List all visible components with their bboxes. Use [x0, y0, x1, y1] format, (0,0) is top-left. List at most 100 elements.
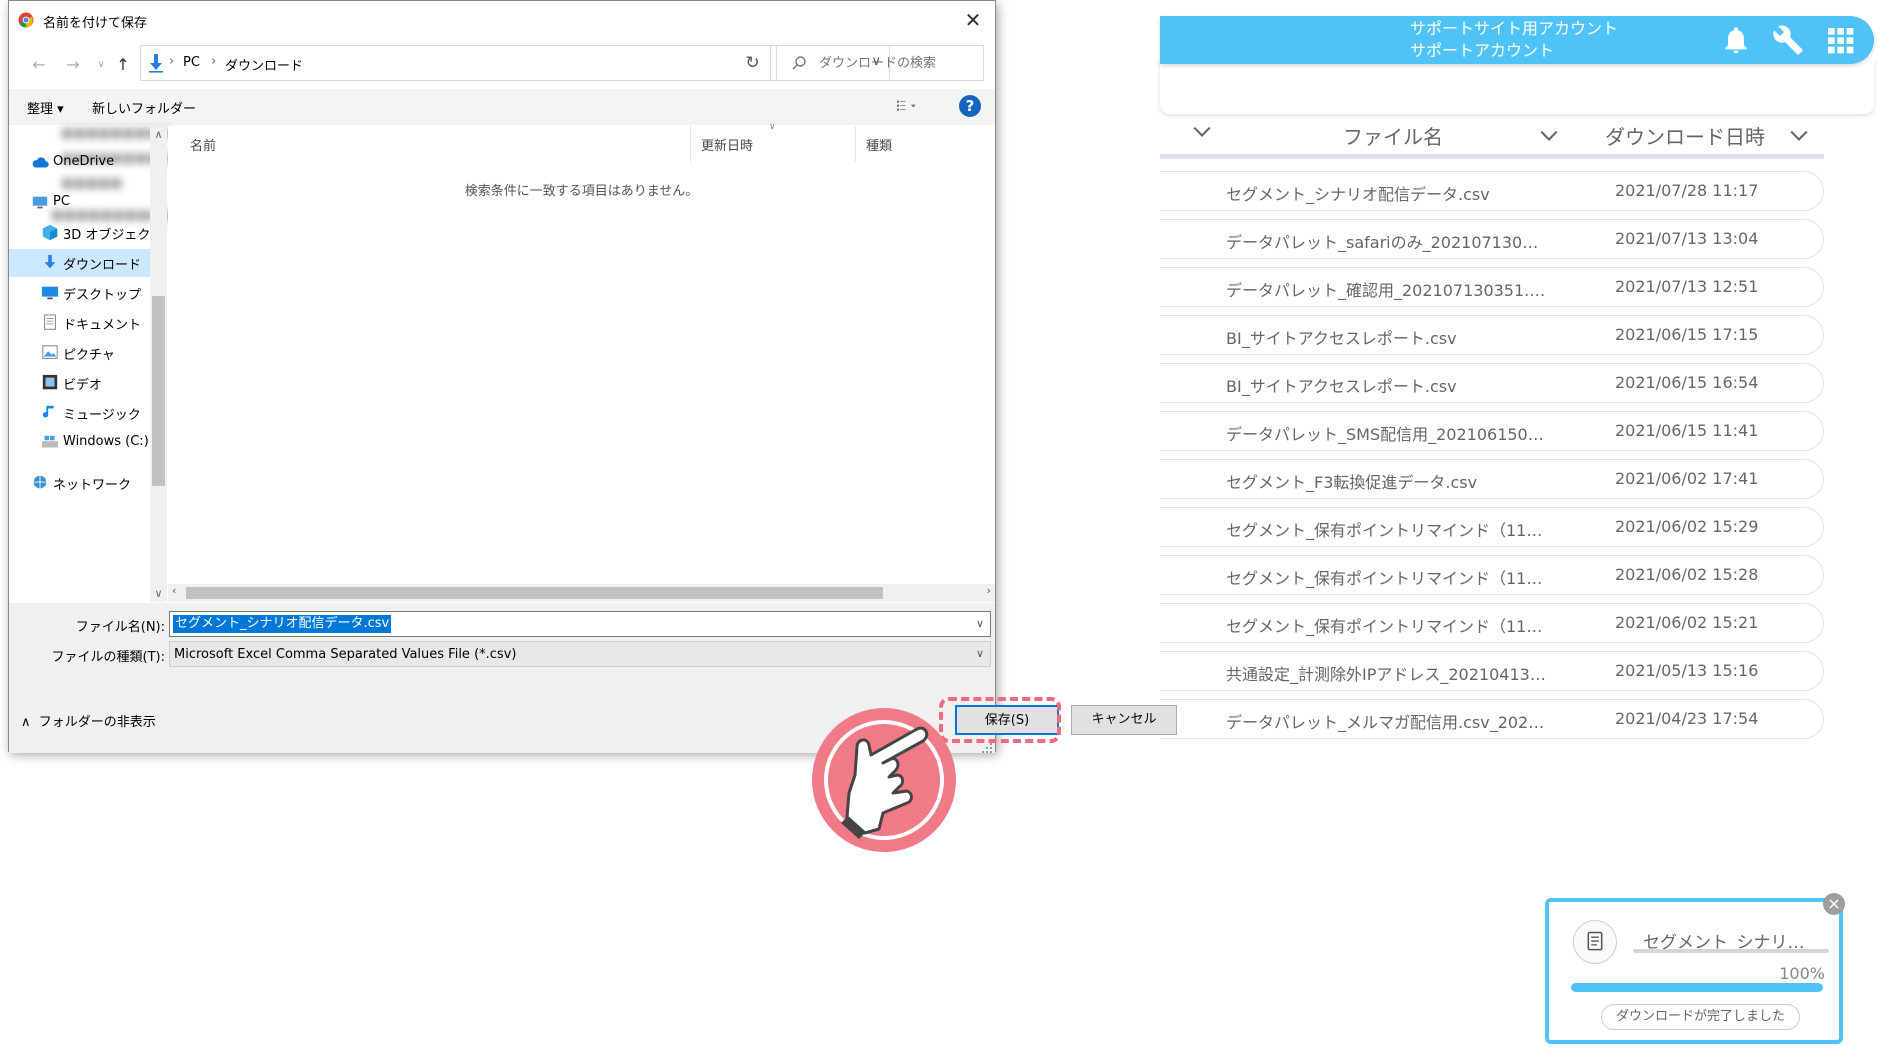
view-options-icon[interactable] [897, 97, 917, 115]
cancel-button[interactable]: キャンセル [1071, 705, 1177, 735]
file-date: 2021/07/28 11:17 [1615, 181, 1759, 200]
help-icon[interactable]: ? [959, 95, 981, 117]
nav-item-label: ミュージック [63, 408, 141, 423]
file-row[interactable]: データパレット_SMS配信用_20210615024… 2021/06/15 11… [1160, 411, 1824, 451]
nav-item-windows-c[interactable]: Windows (C:) [9, 429, 150, 457]
file-date: 2021/06/02 17:41 [1615, 469, 1759, 488]
nav-item-label: デスクトップ [63, 288, 142, 303]
file-date: 2021/06/15 16:54 [1615, 373, 1759, 392]
forward-arrow-icon[interactable]: → [61, 53, 85, 77]
nav-item-label: ダウンロード [63, 258, 142, 273]
toast-status-badge: ダウンロードが完了しました [1601, 1004, 1801, 1030]
nav-item-[interactable]: デスクトップ [9, 279, 150, 307]
cube-icon [41, 224, 59, 242]
nav-item-3d[interactable]: 3D オブジェクト [9, 219, 163, 247]
file-row[interactable]: セグメント_F3転換促進データ.csv 2021/06/02 17:41 [1160, 459, 1824, 499]
file-name: セグメント_保有ポイントリマインド（11~1… [1226, 569, 1546, 588]
nav-item-[interactable]: ミュージック [9, 399, 150, 427]
toast-close-icon[interactable]: × [1823, 893, 1845, 915]
logout-icon[interactable] [1876, 24, 1890, 56]
file-name: データパレット_メルマガ配信用.csv_20210… [1226, 713, 1546, 732]
drive-icon [41, 434, 59, 452]
col-header-file-name[interactable]: ファイル名 [1343, 121, 1558, 157]
file-row[interactable]: 共通設定_計測除外IPアドレス_2021041315… 2021/05/13 15… [1160, 651, 1824, 691]
scroll-left-icon[interactable]: ‹ [172, 584, 176, 597]
nav-item-[interactable]: ビデオ [9, 369, 150, 397]
account-line2: サポートアカウント [1410, 41, 1555, 60]
breadcrumb-separator-icon: › [211, 54, 217, 69]
search-box[interactable] [776, 45, 984, 81]
organize-menu[interactable]: 整理 ▾ [27, 98, 64, 117]
column-header-type[interactable]: 種類 [856, 126, 995, 162]
sort-chevron-icon: ∨ [769, 122, 776, 132]
scroll-right-icon[interactable]: › [987, 584, 991, 597]
col-header-download-date[interactable]: ダウンロード日時 [1605, 121, 1808, 157]
dialog-titlebar[interactable]: 名前を付けて保存 ✕ [9, 1, 995, 39]
nav-item-onedrive[interactable]: OneDrive [9, 149, 150, 177]
file-name: BI_サイトアクセスレポート.csv [1226, 329, 1457, 348]
refresh-icon[interactable]: ↻ [735, 45, 771, 81]
app-header: サポートサイト用アカウント サポートアカウント [1160, 16, 1890, 64]
scroll-up-icon[interactable]: ∧ [150, 126, 167, 143]
account-info[interactable]: サポートサイト用アカウント サポートアカウント [1410, 18, 1618, 62]
filetype-value: Microsoft Excel Comma Separated Values F… [174, 647, 517, 662]
toast-divider [1633, 949, 1829, 953]
save-as-dialog: 名前を付けて保存 ✕ ← → ∨ ↑ › PC › ダウンロード ∨ ↻ 整理 … [8, 0, 1177, 753]
column-header-name[interactable]: 名前 [168, 126, 691, 162]
horizontal-scrollbar[interactable]: ‹ › [168, 584, 995, 602]
download-arrow-icon [147, 53, 165, 73]
nav-item-[interactable]: ピクチャ [9, 339, 150, 367]
breadcrumb-separator-icon: › [169, 54, 175, 69]
hide-folders-toggle[interactable]: ∧ フォルダーの非表示 [21, 711, 156, 730]
chevron-down-icon[interactable]: ∨ [976, 617, 984, 630]
nav-pane-scrollbar[interactable]: ∧ ∨ [150, 126, 167, 602]
file-row[interactable]: データパレット_safariのみ_20210713040… 2021/07/13 … [1160, 219, 1824, 259]
search-input[interactable] [817, 52, 977, 74]
file-row[interactable]: BI_サイトアクセスレポート.csv 2021/06/15 17:15 [1160, 315, 1824, 355]
filetype-select[interactable]: Microsoft Excel Comma Separated Values F… [169, 641, 991, 667]
file-row[interactable]: BI_サイトアクセスレポート.csv 2021/06/15 16:54 [1160, 363, 1824, 403]
toast-progress-bar [1571, 983, 1823, 992]
header-underline [1160, 154, 1824, 159]
file-name: データパレット_safariのみ_20210713040… [1226, 233, 1546, 252]
nav-item-label: ピクチャ [63, 348, 115, 363]
nav-item-label: PC [53, 194, 70, 209]
nav-item-[interactable]: ドキュメント [9, 309, 150, 337]
col-sort-left[interactable] [1160, 119, 1211, 157]
video-icon [41, 374, 59, 392]
nav-item-label: Windows (C:) [63, 434, 149, 449]
app-header-panel [1160, 58, 1874, 114]
filename-input[interactable]: セグメント_シナリオ配信データ.csv ∨ [169, 611, 991, 637]
breadcrumb-pc[interactable]: PC [183, 55, 200, 70]
grid-icon[interactable] [1824, 24, 1856, 56]
file-content-pane: 名前 更新日時 ∨ 種類 検索条件に一致する項目はありません。 [168, 122, 995, 602]
account-line1: サポートサイト用アカウント [1410, 19, 1619, 38]
file-date: 2021/07/13 12:51 [1615, 277, 1759, 296]
close-icon[interactable]: ✕ [959, 6, 987, 34]
file-row[interactable]: セグメント_シナリオ配信データ.csv 2021/07/28 11:17 [1160, 171, 1824, 211]
nav-item-[interactable]: ダウンロード [9, 249, 150, 277]
filename-selected-text: セグメント_シナリオ配信データ.csv [173, 615, 392, 633]
file-row[interactable]: データパレット_確認用_202107130351.csv 2021/07/13 1… [1160, 267, 1824, 307]
nav-item-pc[interactable]: PC [9, 189, 150, 217]
wrench-icon[interactable] [1772, 24, 1804, 56]
file-row[interactable]: セグメント_保有ポイントリマインド（11~1… 2021/06/02 15:28 [1160, 555, 1824, 595]
scroll-thumb[interactable] [152, 296, 165, 486]
new-folder-button[interactable]: 新しいフォルダー [92, 98, 196, 117]
file-row[interactable]: セグメント_保有ポイントリマインド（11~1… 2021/06/02 15:21 [1160, 603, 1824, 643]
recent-chevron-icon[interactable]: ∨ [89, 53, 113, 77]
scroll-thumb[interactable] [186, 587, 883, 599]
up-arrow-icon[interactable]: ↑ [111, 53, 135, 77]
file-row[interactable]: データパレット_メルマガ配信用.csv_20210… 2021/04/23 17:… [1160, 699, 1824, 739]
bell-icon[interactable] [1720, 24, 1752, 56]
column-header-modified[interactable]: 更新日時 ∨ [691, 122, 856, 162]
breadcrumb-downloads[interactable]: ダウンロード [225, 55, 303, 74]
network-icon [31, 474, 49, 492]
file-date: 2021/06/02 15:21 [1615, 613, 1759, 632]
nav-item-[interactable]: ネットワーク [9, 469, 150, 497]
file-name: セグメント_シナリオ配信データ.csv [1226, 185, 1490, 204]
back-arrow-icon[interactable]: ← [27, 53, 51, 77]
file-row[interactable]: セグメント_保有ポイントリマインド（11~1… 2021/06/02 15:29 [1160, 507, 1824, 547]
search-icon [791, 55, 807, 71]
scroll-down-icon[interactable]: ∨ [150, 585, 167, 602]
